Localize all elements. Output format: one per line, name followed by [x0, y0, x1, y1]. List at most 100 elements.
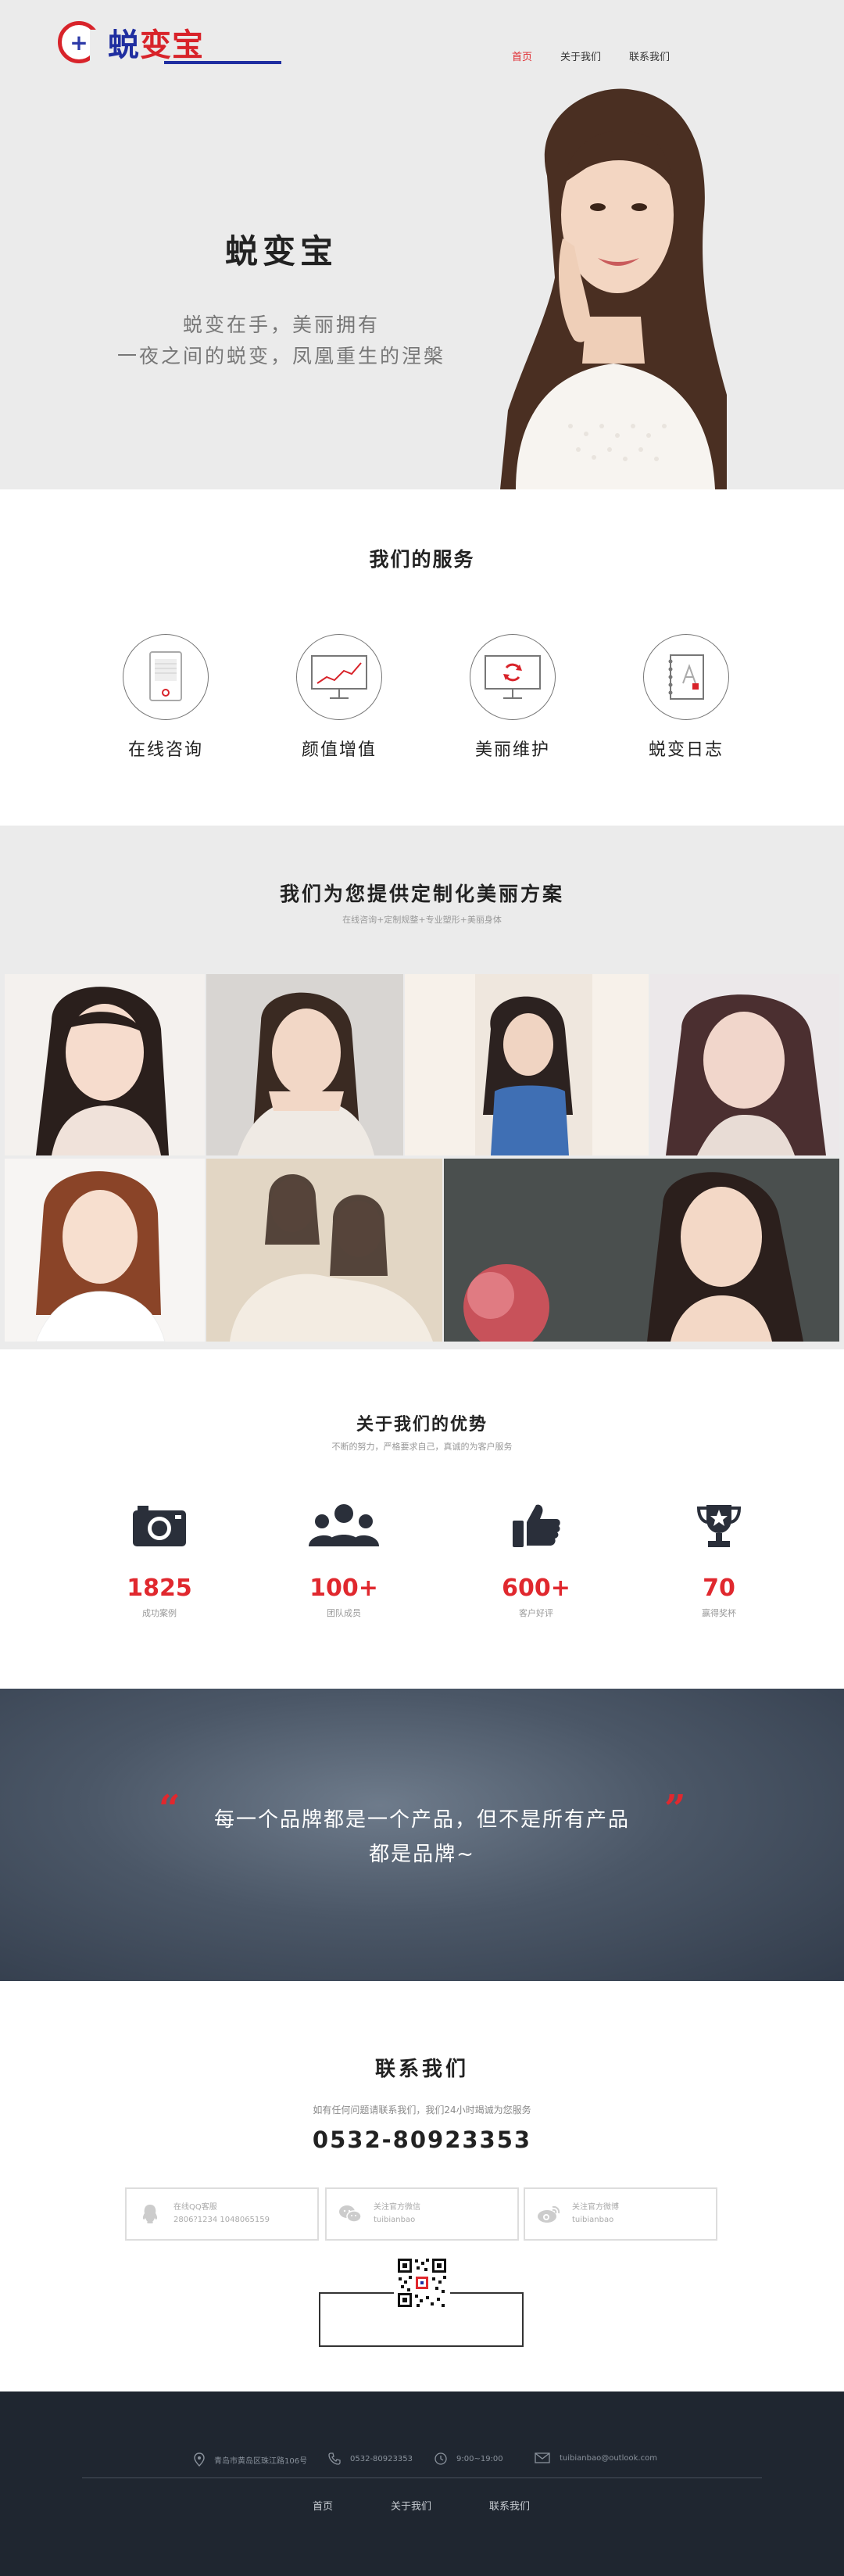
stat-number: 70: [703, 1575, 735, 1602]
hero-section: + 蜕变宝 首页 关于我们 联系我们 蜕变宝 蜕变在手，美丽拥有 一夜之间的蜕变…: [0, 0, 844, 489]
services-section: 我们的服务 在线咨询 颜值增值 美丽维护 蜕变日志: [0, 489, 844, 826]
contact-section: 联系我们 如有任何问题请联系我们，我们24小时竭诚为您服务 0532-80923…: [0, 1981, 844, 2391]
logo-text-part1: 蜕: [108, 27, 140, 63]
advantages-title: 关于我们的优势: [356, 1415, 488, 1435]
plan-subtitle: 在线咨询+定制规整+专业塑形+美丽身体: [342, 915, 502, 925]
stat-label: 团队成员: [327, 1608, 361, 1618]
contact-wechat-detail: tuibianbao: [374, 2216, 416, 2224]
nav-home[interactable]: 首页: [512, 48, 532, 63]
footer-nav-about[interactable]: 关于我们: [391, 2498, 431, 2513]
footer-address-text: 青岛市黄岛区珠江路106号: [214, 2456, 308, 2466]
contact-wechat-text: 关注官方微信 tuibianbao: [374, 2202, 420, 2227]
quote-text: 每一个品牌都是一个产品，但不是所有产品 都是品牌~: [180, 1803, 664, 1872]
gallery-photo-2[interactable]: [206, 974, 403, 1155]
stat-label: 赢得奖杯: [702, 1608, 736, 1618]
hero-tagline-2: 一夜之间的蜕变，凤凰重生的涅槃: [116, 345, 445, 367]
logo[interactable]: + 蜕变宝: [58, 20, 281, 65]
stat-label: 成功案例: [142, 1608, 177, 1618]
hero-model-image: [500, 88, 727, 489]
stat-reviews: 600+ 客户好评: [474, 1498, 599, 1619]
service-item-maintain[interactable]: 美丽维护: [458, 634, 567, 761]
footer-divider: [82, 2477, 762, 2478]
contact-weibo-title: 关注官方微博: [572, 2203, 619, 2212]
service-item-consult[interactable]: 在线咨询: [111, 634, 220, 761]
contact-wechat-title: 关注官方微信: [374, 2203, 420, 2212]
qr-code[interactable]: [394, 2255, 450, 2311]
location-icon: [194, 2452, 205, 2467]
trophy-icon: [656, 1498, 781, 1553]
nav-contact[interactable]: 联系我们: [629, 48, 670, 63]
contact-phone[interactable]: 0532-80923353: [0, 2126, 844, 2153]
footer-hours: 9:00~19:00: [435, 2452, 503, 2465]
quote-line-2: 都是品牌~: [369, 1843, 475, 1866]
service-item-value[interactable]: 颜值增值: [284, 634, 394, 761]
clock-icon: [435, 2452, 447, 2465]
consult-icon: [123, 634, 209, 720]
nav-about[interactable]: 关于我们: [560, 48, 601, 63]
notebook-icon: [643, 634, 729, 720]
main-nav: 首页 关于我们 联系我们: [512, 48, 698, 63]
plan-title: 我们为您提供定制化美丽方案: [279, 883, 564, 905]
contact-qq-box[interactable]: 在线QQ客服 2806?1234 1048065159: [125, 2187, 319, 2241]
advantages-subtitle: 不断的努力，严格要求自己，真诚的为客户服务: [331, 1442, 513, 1452]
camera-icon: [97, 1498, 222, 1553]
stat-number: 1825: [127, 1575, 192, 1602]
team-icon: [281, 1498, 406, 1553]
contact-qq-detail: 2806?1234 1048065159: [173, 2216, 270, 2224]
logo-text: 蜕变宝: [108, 20, 204, 65]
gallery-photo-1[interactable]: [5, 974, 205, 1155]
service-item-journal[interactable]: 蜕变日志: [631, 634, 741, 761]
phone-icon: [328, 2452, 341, 2465]
stat-number: 100+: [309, 1575, 378, 1602]
stat-label: 客户好评: [519, 1608, 553, 1618]
hero-title: 蜕变宝: [224, 232, 338, 270]
thumbs-up-icon: [474, 1498, 599, 1553]
page: + 蜕变宝 首页 关于我们 联系我们 蜕变宝 蜕变在手，美丽拥有 一夜之间的蜕变…: [0, 0, 844, 2576]
footer-email[interactable]: tuibianbao@outlook.com: [535, 2452, 657, 2463]
contact-wechat-box[interactable]: 关注官方微信 tuibianbao: [325, 2187, 519, 2241]
contact-description: 如有任何问题请联系我们，我们24小时竭诚为您服务: [313, 2105, 531, 2116]
gallery-photo-4[interactable]: [650, 974, 839, 1155]
quote-line-1: 每一个品牌都是一个产品，但不是所有产品: [213, 1808, 630, 1832]
gallery-photo-6[interactable]: [206, 1159, 442, 1342]
footer-phone-text: 0532-80923353: [350, 2454, 413, 2463]
quote-section: “ 每一个品牌都是一个产品，但不是所有产品 都是品牌~ ”: [0, 1689, 844, 1981]
stat-cases: 1825 成功案例: [97, 1498, 222, 1619]
footer-address: 青岛市黄岛区珠江路106号: [194, 2452, 307, 2467]
logo-badge-symbol: +: [70, 29, 88, 56]
contact-title: 联系我们: [374, 2058, 469, 2081]
stat-team: 100+ 团队成员: [281, 1498, 406, 1619]
service-label: 颜值增值: [301, 740, 377, 760]
mail-icon: [535, 2452, 550, 2463]
logo-underline: [164, 61, 281, 64]
qq-icon: [127, 2204, 173, 2224]
advantages-section: 关于我们的优势 不断的努力，严格要求自己，真诚的为客户服务 1825 成功案例 …: [0, 1349, 844, 1689]
chart-icon: [296, 634, 382, 720]
quote-close-mark: ”: [664, 1787, 686, 1831]
gallery-photo-7[interactable]: [444, 1159, 839, 1342]
footer-phone[interactable]: 0532-80923353: [328, 2452, 413, 2465]
footer-nav-contact[interactable]: 联系我们: [489, 2498, 530, 2513]
contact-weibo-detail: tuibianbao: [572, 2216, 614, 2224]
stat-number: 600+: [502, 1575, 570, 1602]
logo-text-part2: 变宝: [140, 27, 204, 63]
logo-badge: +: [58, 21, 101, 63]
weibo-icon: [525, 2205, 572, 2223]
contact-weibo-box[interactable]: 关注官方微博 tuibianbao: [524, 2187, 717, 2241]
footer-email-text: tuibianbao@outlook.com: [560, 2453, 657, 2463]
stat-trophies: 70 赢得奖杯: [656, 1498, 781, 1619]
contact-weibo-text: 关注官方微博 tuibianbao: [572, 2202, 619, 2227]
service-label: 美丽维护: [474, 740, 550, 760]
wechat-icon: [327, 2205, 374, 2223]
footer-hours-text: 9:00~19:00: [456, 2454, 503, 2463]
service-label: 在线咨询: [127, 740, 203, 760]
contact-qq-title: 在线QQ客服: [173, 2203, 217, 2212]
refresh-monitor-icon: [470, 634, 556, 720]
footer: 青岛市黄岛区珠江路106号 0532-80923353 9:00~19:00 t…: [0, 2391, 844, 2576]
services-title: 我们的服务: [369, 548, 475, 571]
quote-open-mark: “: [159, 1787, 181, 1831]
gallery-photo-5[interactable]: [5, 1159, 205, 1342]
gallery-photo-3[interactable]: [405, 974, 649, 1155]
footer-nav-home[interactable]: 首页: [313, 2498, 333, 2513]
service-label: 蜕变日志: [648, 740, 724, 760]
